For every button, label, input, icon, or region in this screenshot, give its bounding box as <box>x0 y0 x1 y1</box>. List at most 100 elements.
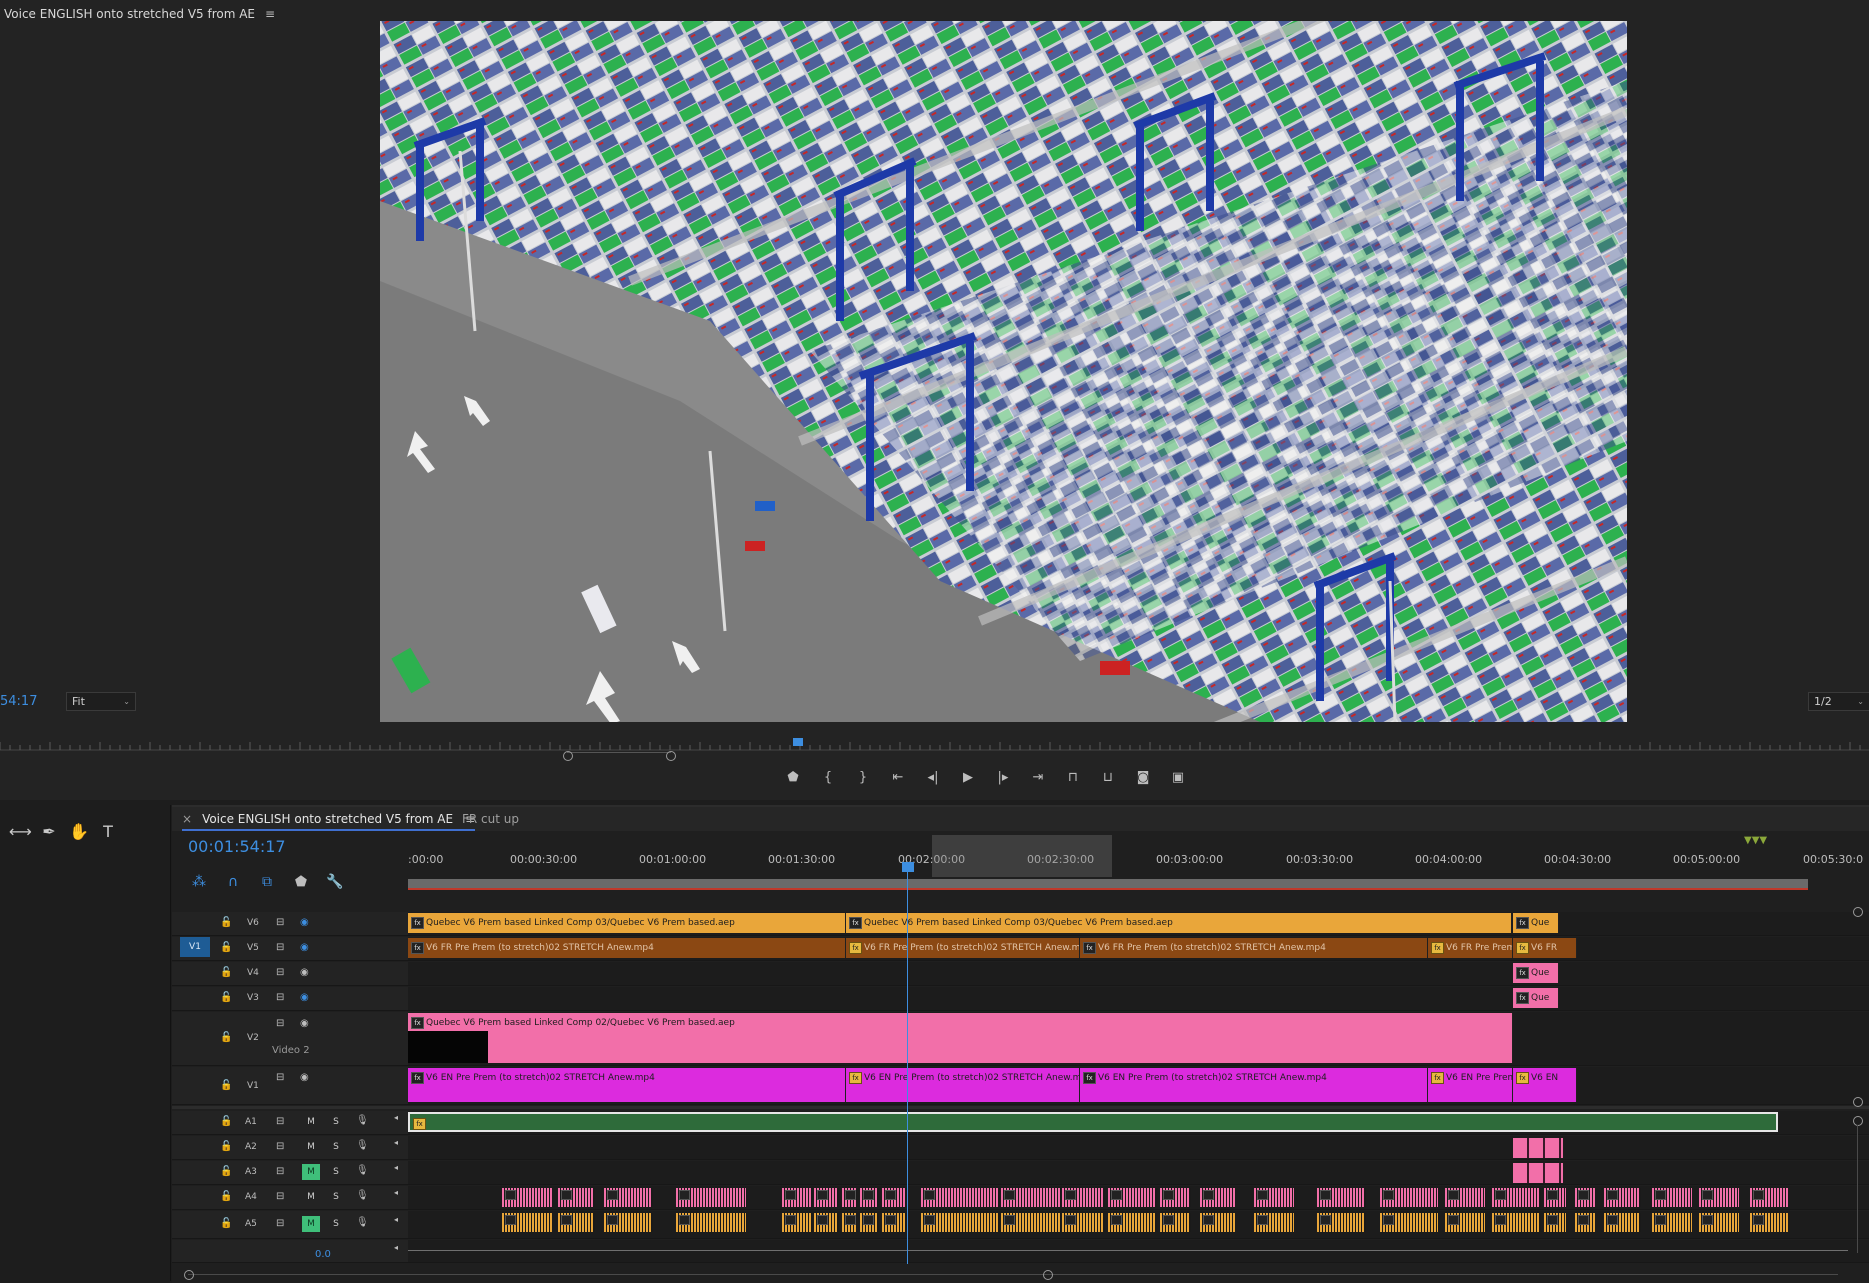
mute-button[interactable]: M <box>302 1189 320 1205</box>
ripple-edit-tool-icon[interactable]: ⟷ <box>9 822 32 844</box>
audio-clip[interactable] <box>842 1188 857 1207</box>
video-preview[interactable] <box>380 21 1627 722</box>
track-lane-master[interactable] <box>408 1240 1869 1263</box>
audio-clip[interactable] <box>558 1213 595 1232</box>
sync-lock-icon[interactable]: ⊟ <box>276 1218 284 1229</box>
audio-clip[interactable] <box>1001 1213 1062 1232</box>
eye-off-icon[interactable]: ◉ <box>300 942 309 953</box>
audio-clip[interactable] <box>1699 1213 1740 1232</box>
audio-clip[interactable] <box>782 1213 813 1232</box>
eye-off-icon[interactable]: ◉ <box>300 917 309 928</box>
audio-clip[interactable] <box>676 1213 747 1232</box>
close-icon[interactable]: × <box>182 812 192 826</box>
audio-clip[interactable] <box>882 1213 907 1232</box>
linked-selection-icon[interactable]: ⧉ <box>256 874 278 892</box>
audio-clip[interactable] <box>1317 1213 1366 1232</box>
marker-icon[interactable]: ▼▼▼ <box>1744 835 1767 846</box>
sync-lock-icon[interactable]: ⊟ <box>276 1072 284 1083</box>
audio-clip[interactable] <box>1317 1188 1366 1207</box>
solo-button[interactable]: S <box>327 1189 345 1205</box>
clip[interactable]: fx V6 FR <box>1513 938 1577 958</box>
tab-voice-english[interactable]: × Voice ENGLISH onto stretched V5 from AE… <box>182 812 476 831</box>
audio-clip[interactable] <box>860 1188 879 1207</box>
expand-arrow-icon[interactable]: ◂ <box>394 1138 398 1147</box>
audio-clip[interactable] <box>1254 1188 1295 1207</box>
video-scroll-handle-bottom[interactable] <box>1853 1097 1863 1107</box>
clip[interactable]: fx V6 FR Pre Prem (to stretch)02 STRETCH … <box>846 938 1080 958</box>
audio-scroll-handle-top[interactable] <box>1853 1116 1863 1126</box>
audio-clip[interactable] <box>502 1188 553 1207</box>
clip[interactable]: fxV6 FR Pre Prem ( <box>1428 938 1513 958</box>
audio-clip[interactable] <box>1254 1213 1295 1232</box>
clip[interactable]: fx Que <box>1513 913 1559 933</box>
monitor-playhead-marker[interactable] <box>793 738 803 746</box>
track-lane-v6[interactable]: fx Quebec V6 Prem based Linked Comp 03/Qu… <box>408 912 1869 936</box>
audio-clip[interactable] <box>1604 1188 1641 1207</box>
audio-clip[interactable] <box>1513 1163 1563 1183</box>
master-volume-value[interactable]: 0.0 <box>315 1249 331 1260</box>
microphone-icon[interactable]: 🎙 <box>356 1140 369 1151</box>
hscroll-handle-right[interactable] <box>1043 1270 1053 1280</box>
audio-clip[interactable] <box>1108 1188 1157 1207</box>
lock-icon[interactable]: 🔓 <box>220 1141 232 1152</box>
playhead-line[interactable] <box>907 866 908 1264</box>
snap-icon[interactable]: ∩ <box>222 874 244 892</box>
track-lane-a2[interactable] <box>408 1136 1869 1160</box>
lift-icon[interactable]: ⊓ <box>1060 767 1086 789</box>
expand-arrow-icon[interactable]: ◂ <box>394 1243 398 1252</box>
microphone-icon[interactable]: 🎙 <box>356 1115 369 1126</box>
eye-off-icon[interactable]: ◉ <box>300 992 309 1003</box>
audio-clip[interactable] <box>921 1188 1000 1207</box>
expand-arrow-icon[interactable]: ◂ <box>394 1113 398 1122</box>
eye-icon[interactable]: ◉ <box>300 1018 309 1029</box>
sync-lock-icon[interactable]: ⊟ <box>276 1191 284 1202</box>
step-back-icon[interactable]: ◂| <box>920 767 946 789</box>
clip[interactable]: fx <box>408 1112 1778 1132</box>
eye-icon[interactable]: ◉ <box>300 1072 309 1083</box>
work-area-bar[interactable] <box>408 879 1808 890</box>
audio-clip[interactable] <box>1575 1213 1596 1232</box>
sync-lock-icon[interactable]: ⊟ <box>276 942 284 953</box>
expand-arrow-icon[interactable]: ◂ <box>394 1188 398 1197</box>
solo-button[interactable]: S <box>327 1216 345 1232</box>
lock-icon[interactable]: 🔓 <box>220 1191 232 1202</box>
lock-icon[interactable]: 🔓 <box>220 992 232 1003</box>
eye-icon[interactable]: ◉ <box>300 967 309 978</box>
mute-button[interactable]: M <box>302 1216 320 1232</box>
solo-button[interactable]: S <box>327 1139 345 1155</box>
audio-clip[interactable] <box>1200 1188 1236 1207</box>
sync-lock-icon[interactable]: ⊟ <box>276 1116 284 1127</box>
solo-button[interactable]: S <box>327 1114 345 1130</box>
audio-clip[interactable] <box>1445 1213 1486 1232</box>
expand-arrow-icon[interactable]: ◂ <box>394 1215 398 1224</box>
audio-clip[interactable] <box>1492 1188 1541 1207</box>
video-audio-divider[interactable] <box>172 1106 1869 1109</box>
lock-icon[interactable]: 🔓 <box>220 917 232 928</box>
audio-clip[interactable] <box>1062 1188 1105 1207</box>
timeline-hscroll[interactable] <box>188 1274 1838 1275</box>
source-patch-v1[interactable]: V1 <box>180 937 210 957</box>
pen-tool-icon[interactable]: ✒ <box>38 822 60 844</box>
track-lane-a1[interactable]: fx <box>408 1111 1869 1135</box>
clip[interactable]: fx V6 FR Pre Prem (to stretch)02 STRETCH … <box>1080 938 1428 958</box>
clip[interactable]: fx Quebec V6 Prem based Linked Comp 03/Qu… <box>408 913 846 933</box>
extract-icon[interactable]: ⊔ <box>1095 767 1121 789</box>
audio-clip[interactable] <box>1380 1188 1439 1207</box>
mute-button[interactable]: M <box>302 1164 320 1180</box>
track-lane-v4[interactable]: fx Que <box>408 962 1869 986</box>
audio-clip[interactable] <box>1062 1213 1105 1232</box>
track-lane-v3[interactable]: fx Que <box>408 987 1869 1011</box>
lock-icon[interactable]: 🔓 <box>220 1080 232 1091</box>
playhead-handle[interactable] <box>902 862 914 872</box>
export-frame-icon[interactable]: ◙ <box>1130 767 1156 789</box>
track-lane-a4[interactable] <box>408 1186 1869 1210</box>
sync-lock-icon[interactable]: ⊟ <box>276 917 284 928</box>
tab-fr-cut-up[interactable]: FR cut up <box>462 812 519 826</box>
solo-button[interactable]: S <box>327 1164 345 1180</box>
program-monitor-title[interactable]: Voice ENGLISH onto stretched V5 from AE ≡ <box>4 7 275 21</box>
audio-clip[interactable] <box>502 1213 553 1232</box>
audio-clip[interactable] <box>1544 1188 1567 1207</box>
audio-clip[interactable] <box>1604 1213 1641 1232</box>
clip[interactable]: fxV6 EN Pre Prem ( <box>1428 1068 1513 1102</box>
clip[interactable]: fx V6 EN Pre Prem (to stretch)02 STRETCH … <box>408 1068 846 1102</box>
